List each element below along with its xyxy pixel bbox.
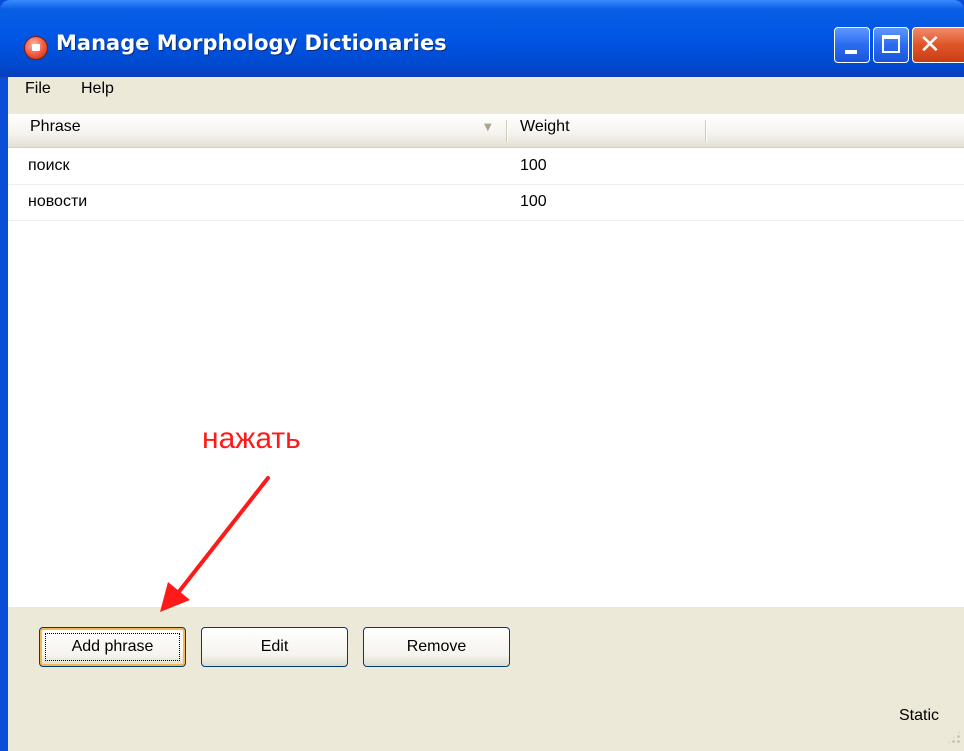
minimize-button[interactable] [834,27,870,63]
weight-cell: 100 [520,193,547,210]
column-divider[interactable] [506,120,507,142]
maximize-button[interactable] [873,27,909,63]
main-window: Manage Morphology Dictionaries ✕ File He… [0,0,964,751]
status-label: Static [899,707,940,724]
column-divider[interactable] [705,120,706,142]
annotation-label: нажать [202,422,301,455]
edit-label: Edit [260,638,289,655]
maximize-icon [882,35,900,53]
menu-help[interactable]: Help [81,80,114,98]
close-icon: ✕ [919,30,941,60]
phrase-cell: поиск [28,157,70,174]
resize-grip-icon[interactable] [946,729,962,745]
close-button[interactable]: ✕ [912,27,964,63]
minimize-icon [845,50,857,54]
edit-button[interactable]: Edit [201,627,348,667]
sort-arrow-icon: ▼ [484,122,492,133]
menu-bar: File Help [8,77,964,105]
list-header: Phrase ▼ Weight [8,114,964,148]
remove-label: Remove [406,638,467,655]
menu-file[interactable]: File [25,80,51,98]
remove-button[interactable]: Remove [363,627,510,667]
table-row[interactable]: поиск 100 [8,149,964,185]
table-row[interactable]: новости 100 [8,185,964,221]
phrase-cell: новости [28,193,88,210]
window-title: Manage Morphology Dictionaries [56,31,447,55]
client-area: File Help Phrase ▼ Weight поиск 100 ново… [8,77,964,751]
annotation-arrow-icon [160,476,270,612]
weight-cell: 100 [520,157,547,174]
column-header-phrase[interactable]: Phrase [30,118,81,136]
app-icon[interactable] [24,36,48,60]
focus-rectangle [45,633,180,661]
title-bar[interactable]: Manage Morphology Dictionaries ✕ [0,0,964,77]
add-phrase-button[interactable]: Add phrase [39,627,186,667]
column-header-weight[interactable]: Weight [520,118,570,136]
